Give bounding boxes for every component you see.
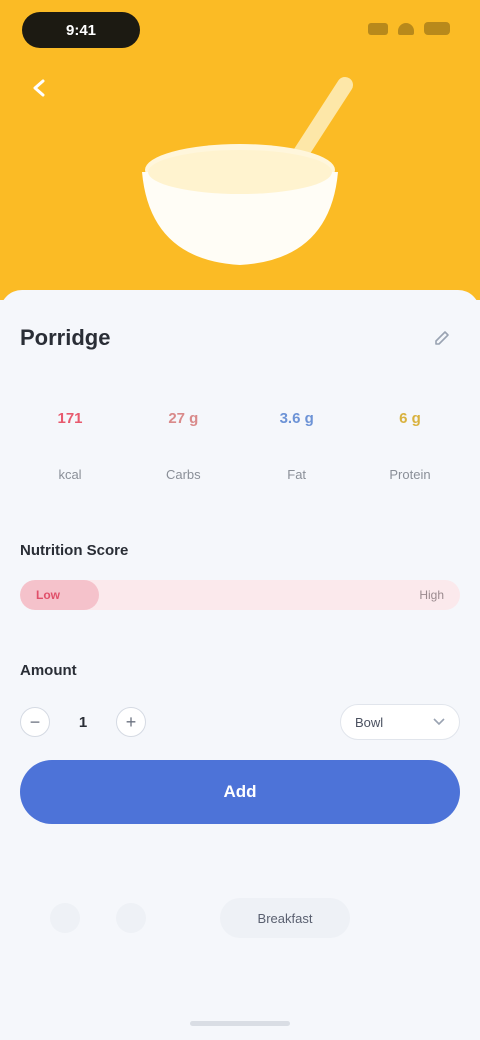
meal-icon[interactable] <box>50 903 80 933</box>
nutrient-carbs: 27 g Carbs <box>133 390 233 500</box>
back-button[interactable] <box>22 70 58 106</box>
bowl-spoon-icon <box>120 60 360 280</box>
nutrient-value: 6 g <box>399 410 421 427</box>
nutrient-value: 27 g <box>168 410 199 427</box>
score-high-text: High <box>419 588 444 602</box>
amount-label: Amount <box>20 662 77 679</box>
nutrient-protein: 6 g Protein <box>360 390 460 500</box>
signal-icon <box>368 22 388 35</box>
battery-icon <box>424 22 450 35</box>
detail-sheet: Porridge 171 kcal 27 g Carbs 3.6 g Fat 6… <box>0 290 480 1040</box>
quantity-stepper: − 1 + <box>20 707 146 737</box>
meal-icons <box>20 903 146 933</box>
edit-icon <box>435 331 449 345</box>
nutrient-value: 171 <box>57 410 83 427</box>
nutrient-calories: 171 kcal <box>20 390 120 500</box>
wifi-icon <box>398 22 414 35</box>
amount-row: − 1 + Bowl <box>20 700 460 744</box>
meal-select[interactable]: Breakfast <box>220 898 350 938</box>
increase-button[interactable]: + <box>116 707 146 737</box>
food-name: Porridge <box>20 325 111 350</box>
nutrient-label: Protein <box>389 467 431 482</box>
edit-button[interactable] <box>424 320 460 356</box>
meal-row: Breakfast <box>20 890 460 946</box>
meal-icon[interactable] <box>116 903 146 933</box>
nutrient-label: kcal <box>58 467 82 482</box>
nutrient-label: Fat <box>287 467 307 482</box>
status-icons <box>368 22 450 35</box>
decrease-button[interactable]: − <box>20 707 50 737</box>
chevron-down-icon <box>433 718 445 726</box>
quantity-value: 1 <box>78 713 88 731</box>
nutrient-summary: 171 kcal 27 g Carbs 3.6 g Fat 6 g Protei… <box>20 390 460 500</box>
nutrient-value: 3.6 g <box>279 410 314 427</box>
unit-value: Bowl <box>355 714 384 730</box>
header-row: Porridge <box>20 320 460 356</box>
score-low-text: Low <box>36 588 60 602</box>
status-time: 9:41 <box>22 12 140 48</box>
status-bar: 9:41 <box>0 0 480 60</box>
add-button[interactable]: Add <box>20 760 460 824</box>
home-indicator <box>190 1021 290 1026</box>
nutrition-score-bar: Low High <box>20 580 460 610</box>
hero-banner: 9:41 <box>0 0 480 300</box>
unit-select[interactable]: Bowl <box>340 704 460 740</box>
nutrient-fat: 3.6 g Fat <box>247 390 347 500</box>
nutrition-score-label: Nutrition Score <box>20 542 129 559</box>
nutrient-label: Carbs <box>165 467 201 482</box>
arrow-left-icon <box>33 79 45 97</box>
